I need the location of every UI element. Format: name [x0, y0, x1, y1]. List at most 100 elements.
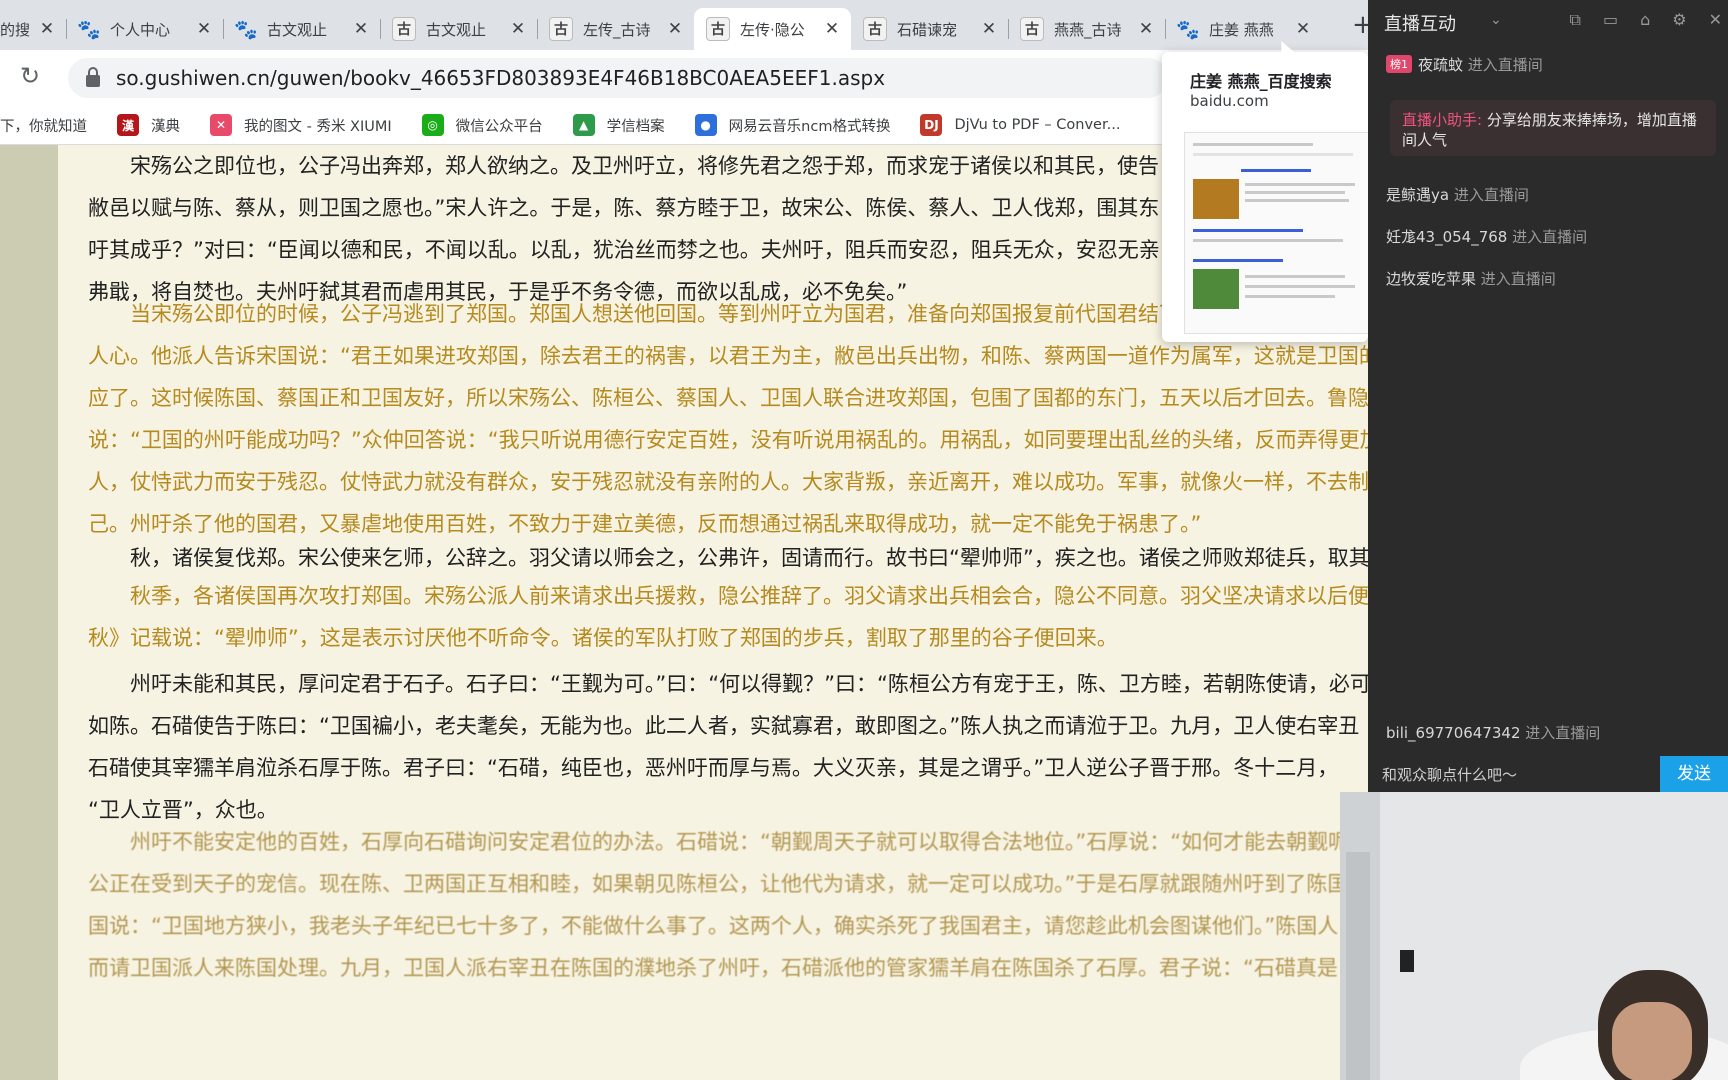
bookmark-icon: ✕: [210, 114, 232, 136]
gushiwen-icon: 古: [549, 17, 573, 41]
close-tab-icon[interactable]: ✕: [980, 19, 998, 39]
text-line: 石碏使其宰獳羊肩涖杀石厚于陈。君子曰：“石碏，纯臣也，恶州吁而厚与焉。大义灭亲，…: [88, 756, 1339, 780]
tab-title: 庄姜 燕燕: [1209, 20, 1274, 39]
lock-icon[interactable]: [86, 67, 100, 87]
chat-message: 妊尨43_054_768 进入直播间: [1386, 226, 1587, 247]
chat-message: 是鲸遇ya 进入直播间: [1386, 184, 1529, 205]
webcam-feed: [1340, 792, 1728, 1080]
browser-tab[interactable]: 古燕燕_古诗 ✕: [1008, 8, 1165, 50]
bookmark-label: 网易云音乐ncm格式转换: [728, 118, 891, 135]
close-tab-icon[interactable]: ✕: [1294, 19, 1312, 39]
chat-input[interactable]: 和观众聊点什么吧～ 发送: [1368, 756, 1728, 792]
bookmark-item[interactable]: 漢漢典: [117, 114, 180, 136]
close-tab-icon[interactable]: ✕: [823, 19, 841, 39]
chat-username[interactable]: 妊尨43_054_768: [1386, 228, 1507, 246]
browser-tab[interactable]: 🐾 庄姜 燕燕 ✕: [1165, 8, 1322, 50]
chevron-down-icon[interactable]: ⌄: [1490, 12, 1502, 28]
chat-placeholder: 和观众聊点什么吧～: [1382, 766, 1518, 784]
bookmark-label: 学信档案: [606, 118, 665, 135]
chat-message: bili_69770647342 进入直播间: [1386, 722, 1600, 743]
chat-action: 进入直播间: [1520, 724, 1601, 742]
gushiwen-icon: 古: [706, 17, 730, 41]
bookmark-icon: ◎: [421, 114, 444, 136]
bookmark-item[interactable]: ✕ 我的图文 - 秀米 XIUMI: [210, 114, 392, 136]
panel-controls: ⧉ ▭ ⌂ ⚙ ✕: [1570, 10, 1722, 30]
text-line: 秋季，各诸侯国再次攻打郑国。宋殇公派人前来请求出兵援救，隐公推辞了。羽父请求出兵…: [130, 584, 1368, 608]
text-line: 秋》记载说：“翚帅师”，这是表示讨厌他不听命令。诸侯的军队打败了郑国的步兵，割取…: [88, 626, 1118, 650]
close-tab-icon[interactable]: ✕: [666, 19, 684, 39]
browser-tab[interactable]: 🐾 古文观止 ✕: [223, 8, 380, 50]
panel-title: 直播互动: [1384, 14, 1456, 35]
send-button[interactable]: 发送: [1660, 756, 1728, 792]
bookmark-item[interactable]: ● 网易云音乐ncm格式转换: [694, 114, 891, 136]
bookmark-label: 微信公众平台: [455, 118, 543, 135]
bookmark-item[interactable]: ▲ 学信档案: [572, 114, 665, 136]
address-bar[interactable]: so.gushiwen.cn/guwen/bookv_46653FD803893…: [68, 58, 1168, 98]
tab-title: 古文观止: [426, 20, 487, 39]
bookmark-item[interactable]: 下，你就知道: [0, 115, 87, 136]
text-line: 而请卫国派人来陈国处理。九月，卫国人派右宰丑在陈国的濮地杀了州吁，石碏派他的管家…: [88, 956, 1338, 980]
tab-title: 石碏谏宠: [897, 20, 958, 39]
close-tab-icon[interactable]: ✕: [195, 19, 213, 39]
tab-title: 左传·隐公: [740, 20, 805, 39]
preview-thumbnail: [1184, 132, 1370, 334]
bookmark-label: 漢典: [151, 118, 180, 135]
baidu-paw-icon: 🐾: [1176, 18, 1200, 41]
text-line: 州吁不能安定他的百姓，石厚向石碏询问安定君位的办法。石碏说：“朝觐周天子就可以取…: [130, 830, 1350, 854]
assistant-label: 直播小助手:: [1402, 111, 1483, 129]
preview-domain: baidu.com: [1190, 92, 1269, 110]
gushiwen-icon: 古: [1020, 17, 1044, 41]
bookmark-item[interactable]: DJ DjVu to PDF – Conver...: [920, 114, 1120, 136]
chat-username[interactable]: 夜疏蚊: [1418, 56, 1463, 74]
gushiwen-icon: 古: [392, 17, 416, 41]
chat-username[interactable]: 是鲸遇ya: [1386, 186, 1449, 204]
browser-tab[interactable]: 古左传·隐公 ✕: [694, 8, 851, 50]
chat-action: 进入直播间: [1476, 270, 1556, 288]
gift-icon[interactable]: ⌂: [1640, 10, 1650, 30]
close-tab-icon[interactable]: ✕: [352, 19, 370, 39]
browser-tab[interactable]: 古石碏谏宠 ✕: [851, 8, 1008, 50]
chat-action: 进入直播间: [1507, 228, 1588, 246]
chat-username[interactable]: 边牧爱吃苹果: [1386, 270, 1476, 288]
translation-paragraph: 州吁不能安定他的百姓，石厚向石碏询问安定君位的办法。石碏说：“朝觐周天子就可以取…: [88, 821, 1368, 989]
baidu-paw-icon: 🐾: [77, 18, 101, 41]
chat-action: 进入直播间: [1463, 56, 1543, 74]
text-line: 秋，诸侯复伐郑。宋公使来乞师，公辞之。羽父请以师会之，公弗许，固请而行。故书曰“…: [130, 546, 1368, 570]
tab-title: 个人中心: [110, 20, 171, 39]
text-line: 州吁未能和其民，厚问定君于石子。石子曰：“王觐为可。”曰：“何以得觐？”曰：“陈…: [130, 672, 1368, 696]
chat-username[interactable]: bili_69770647342: [1386, 724, 1521, 742]
tab-title: 燕燕_古诗: [1054, 20, 1122, 39]
url-text[interactable]: so.gushiwen.cn/guwen/bookv_46653FD803893…: [116, 66, 885, 90]
close-tab-icon[interactable]: ✕: [509, 19, 527, 39]
share-icon[interactable]: ⧉: [1570, 10, 1581, 30]
text-line: 国说：“卫国地方狭小，我老头子年纪已七十多了，不能做什么事了。这两个人，确实杀死…: [88, 914, 1339, 938]
message-icon[interactable]: ▭: [1603, 10, 1618, 30]
bookmark-icon: ●: [694, 114, 717, 136]
settings-icon[interactable]: ⚙: [1672, 10, 1686, 30]
close-icon[interactable]: ✕: [1709, 10, 1722, 30]
browser-tab[interactable]: 古古文观止 ✕: [380, 8, 537, 50]
preview-title: 庄姜 燕燕_百度搜索: [1190, 72, 1332, 91]
bookmark-label: 下，你就知道: [0, 118, 87, 135]
text-line: 说：“卫国的州吁能成功吗？”众仲回答说：“我只听说用德行安定百姓，没有听说用祸乱…: [88, 428, 1368, 452]
reload-icon[interactable]: ↻: [20, 62, 40, 90]
tab-title: 的搜: [0, 20, 31, 39]
bookmark-icon: DJ: [920, 114, 943, 136]
gushiwen-icon: 古: [863, 17, 887, 41]
page-left-margin: [0, 145, 58, 1080]
tab-hover-preview: 庄姜 燕燕_百度搜索 baidu.com: [1162, 52, 1370, 342]
chat-message: 边牧爱吃苹果 进入直播间: [1386, 268, 1556, 289]
live-interaction-panel: 直播互动 ⌄ ⧉ ▭ ⌂ ⚙ ✕ 榜1 夜疏蚊 进入直播间 是鲸遇ya 进入直播间妊…: [1368, 0, 1728, 792]
tab-strip: 的搜 ✕ 🐾 个人中心 ✕ 🐾 古文观止 ✕ 古古文观止 ✕ 古左传_古诗 ✕ 古左传·隐公 ✕ 古石碏谏宠…: [0, 0, 1368, 50]
close-tab-icon[interactable]: ✕: [1137, 19, 1155, 39]
chat-action: 进入直播间: [1449, 186, 1529, 204]
browser-tab[interactable]: 的搜 ✕: [0, 8, 66, 50]
browser-tab[interactable]: 古左传_古诗 ✕: [537, 8, 694, 50]
text-line: 公正在受到天子的宠信。现在陈、卫两国正互相和睦，如果朝见陈桓公，让他代为请求，就…: [88, 872, 1349, 896]
original-text-paragraph: 秋，诸侯复伐郑。宋公使来乞师，公辞之。羽父请以师会之，公弗许，固请而行。故书曰“…: [88, 537, 1368, 579]
text-line: 人，仗恃武力而安于残忍。仗恃武力就没有群众，安于残忍就没有亲附的人。大家背叛，亲…: [88, 470, 1368, 494]
bookmark-item[interactable]: ◎ 微信公众平台: [421, 114, 543, 136]
close-tab-icon[interactable]: ✕: [38, 19, 56, 39]
browser-tab[interactable]: 🐾 个人中心 ✕: [66, 8, 223, 50]
text-line: 应了。这时候陈国、蔡国正和卫国友好，所以宋殇公、陈桓公、蔡国人、卫国人联合进攻郑…: [88, 386, 1368, 410]
